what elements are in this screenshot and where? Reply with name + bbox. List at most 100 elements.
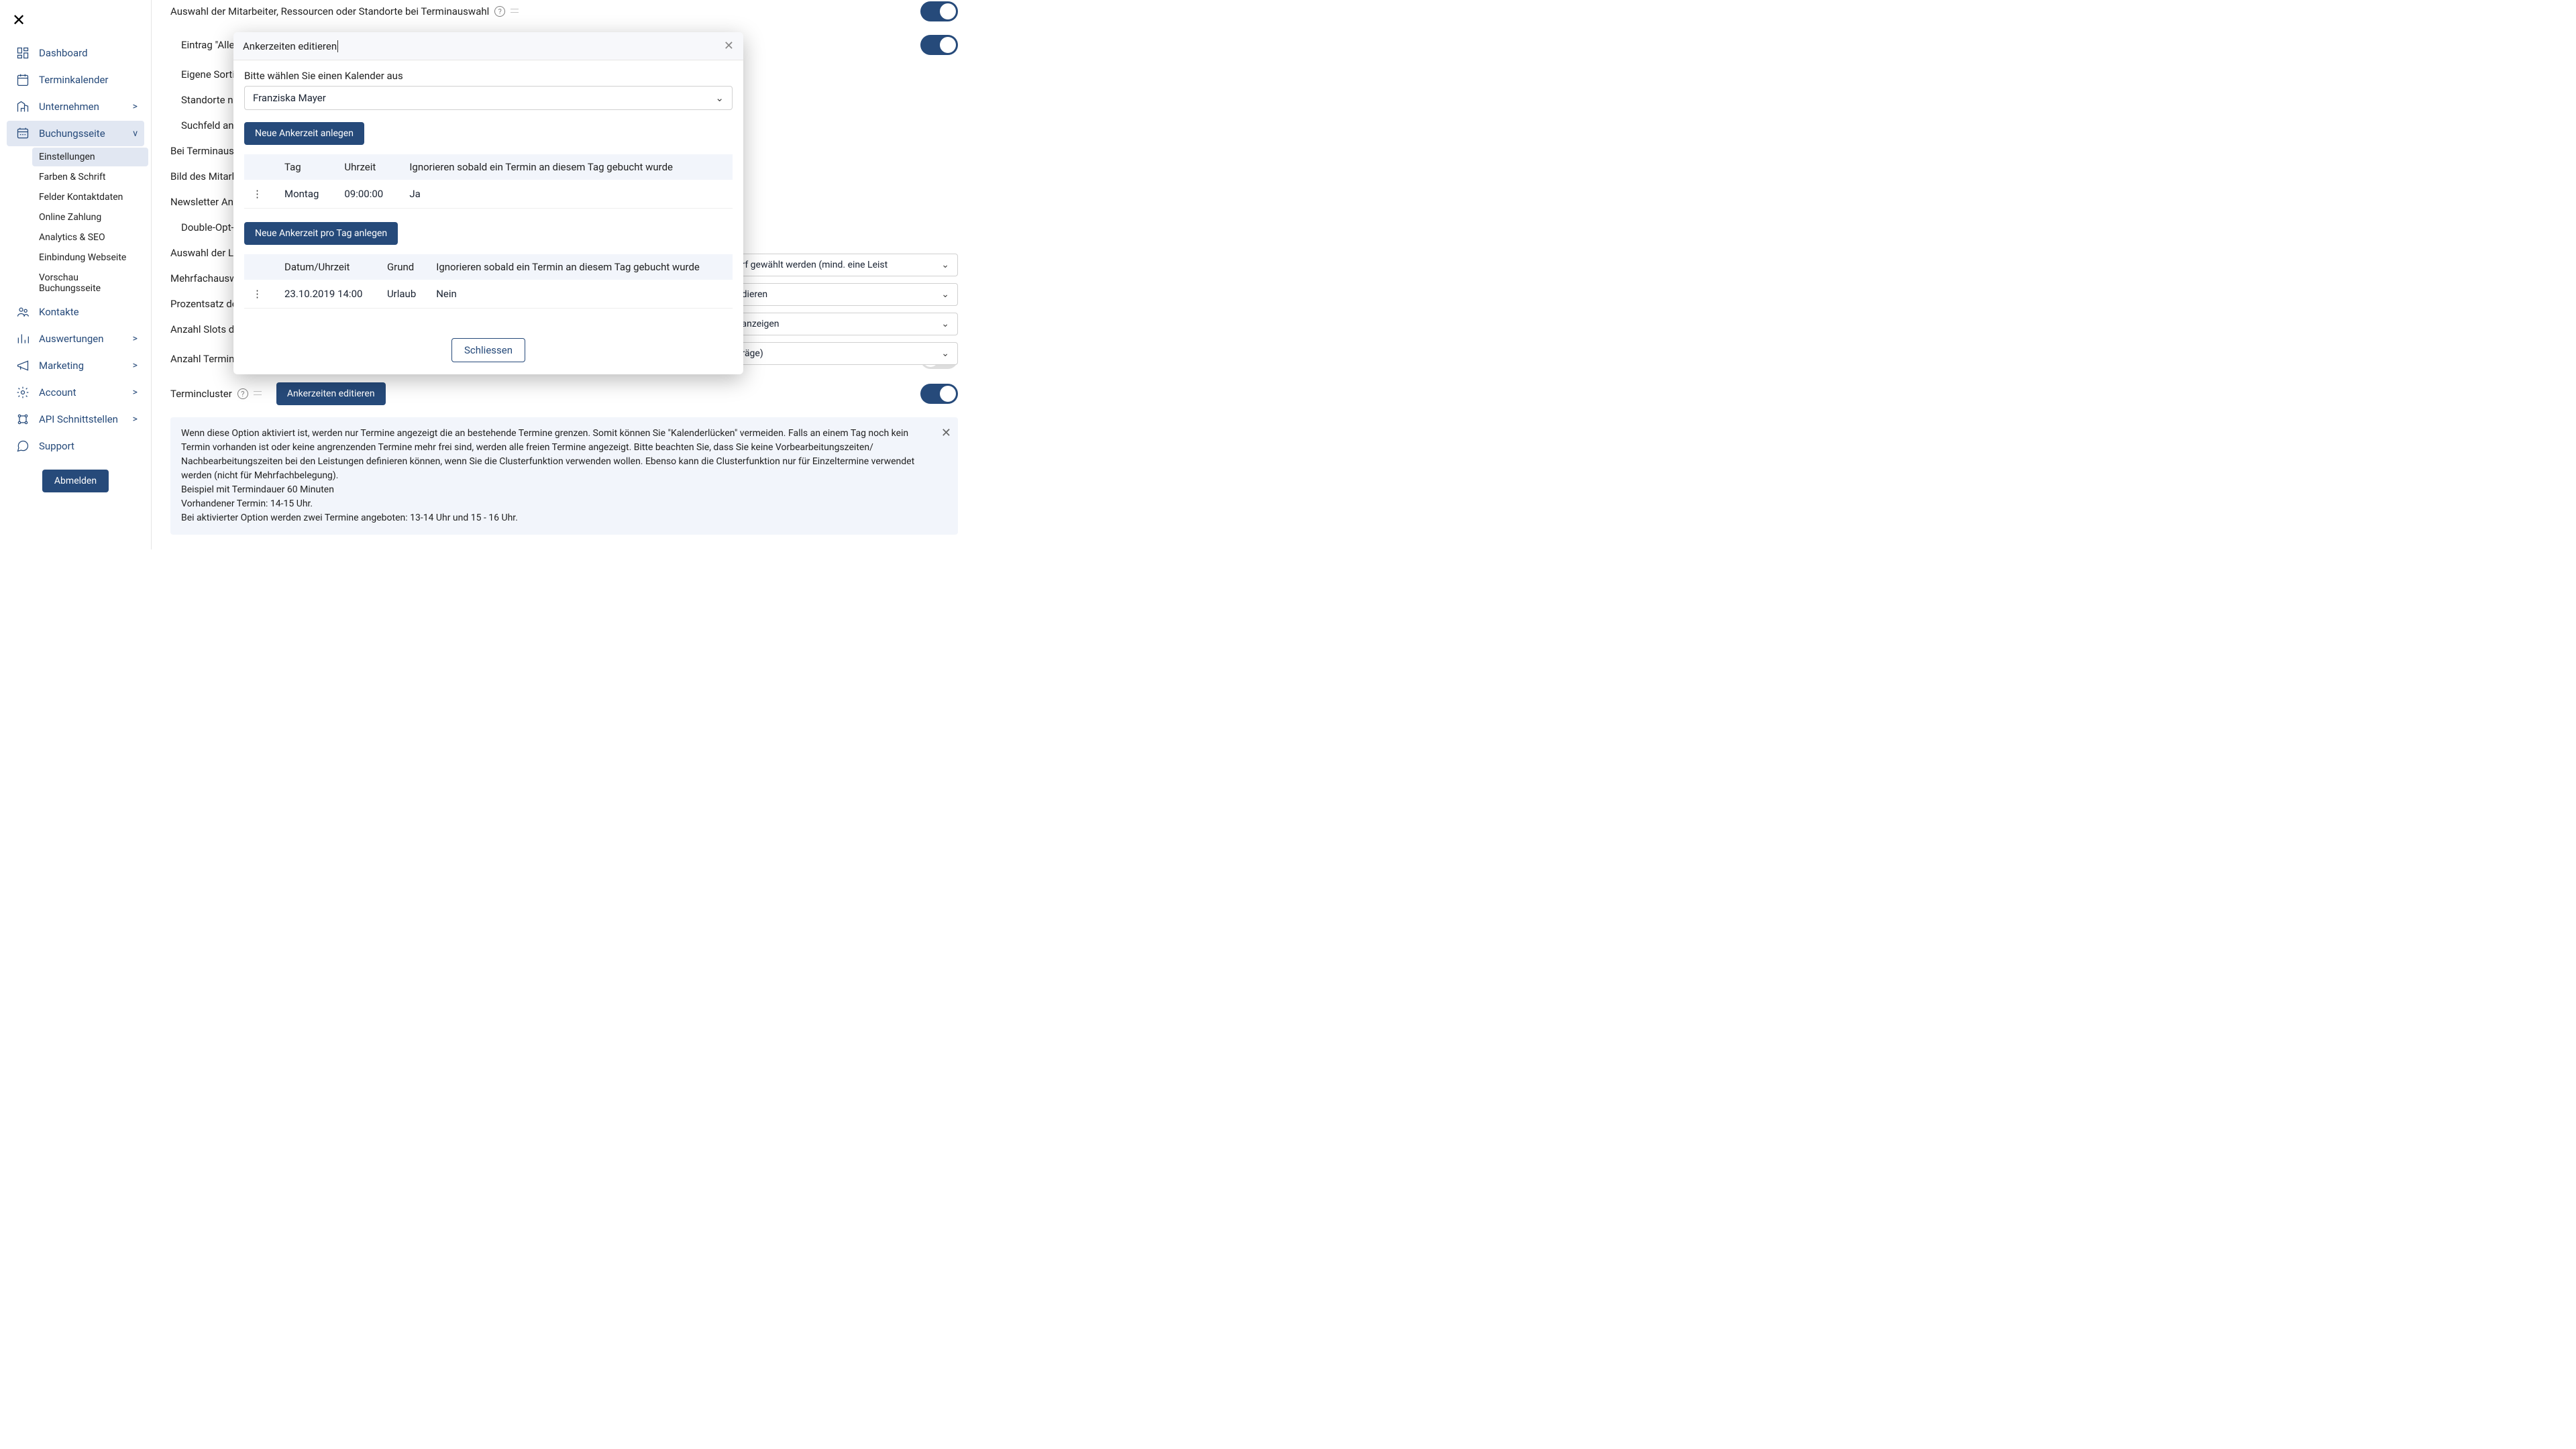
edit-anchor-times-button[interactable]: Ankerzeiten editieren — [276, 382, 386, 405]
info-text: Bei aktivierter Option werden zwei Termi… — [181, 511, 931, 525]
sub-farben[interactable]: Farben & Schrift — [32, 168, 148, 186]
sub-einstellungen[interactable]: Einstellungen — [32, 148, 148, 166]
booking-icon — [13, 126, 32, 141]
nav-account[interactable]: Account > — [7, 380, 144, 405]
sub-analytics[interactable]: Analytics & SEO — [32, 228, 148, 247]
contacts-icon — [13, 305, 32, 319]
th-day: Tag — [276, 154, 336, 180]
modal-body: Bitte wählen Sie einen Kalender aus Fran… — [233, 60, 743, 331]
modal-footer: Schliessen — [233, 331, 743, 374]
nav-label: Buchungsseite — [39, 127, 133, 140]
nav-label: Auswertungen — [39, 333, 133, 345]
nav-label: Terminkalender — [39, 74, 138, 86]
info-termincluster: ✕ Wenn diese Option aktiviert ist, werde… — [170, 417, 958, 535]
support-icon — [13, 439, 32, 453]
toggle[interactable] — [920, 35, 958, 55]
close-icon[interactable]: ✕ — [724, 39, 734, 53]
calendar-value: Franziska Mayer — [253, 92, 326, 104]
setting-label: Termincluster — [170, 388, 232, 400]
new-anchor-time-button[interactable]: Neue Ankerzeit anlegen — [244, 122, 364, 145]
sliders-icon[interactable] — [252, 388, 263, 399]
chevron-down-icon: ⌄ — [715, 92, 724, 104]
th-datetime: Datum/Uhrzeit — [276, 254, 379, 280]
cell-day: Montag — [276, 180, 336, 209]
marketing-icon — [13, 358, 32, 373]
nav: Dashboard Terminkalender Unternehmen > B… — [3, 40, 148, 492]
logout-button[interactable]: Abmelden — [42, 470, 109, 492]
nav-label: Dashboard — [39, 47, 138, 59]
toggle[interactable] — [920, 1, 958, 21]
nav-kontakte[interactable]: Kontakte — [7, 299, 144, 325]
nav-support[interactable]: Support — [7, 433, 144, 459]
chevron-down-icon: ⌄ — [941, 289, 949, 300]
th-time: Uhrzeit — [336, 154, 401, 180]
sub-einbindung[interactable]: Einbindung Webseite — [32, 248, 148, 267]
nav-dashboard[interactable]: Dashboard — [7, 40, 144, 66]
th-ignore: Ignorieren sobald ein Termin an diesem T… — [401, 154, 733, 180]
help-icon[interactable]: ? — [494, 6, 505, 17]
cell-ignore: Ja — [401, 180, 733, 209]
nav-label: Support — [39, 440, 138, 452]
anchor-times-modal: Ankerzeiten editieren ✕ Bitte wählen Sie… — [233, 32, 743, 374]
modal-title: Ankerzeiten editieren — [243, 40, 338, 52]
company-icon — [13, 99, 32, 114]
row-menu-icon[interactable]: ⋮ — [252, 188, 260, 200]
nav-label: Kontakte — [39, 306, 138, 318]
api-icon — [13, 412, 32, 427]
dashboard-icon — [13, 46, 32, 60]
nav-unternehmen[interactable]: Unternehmen > — [7, 94, 144, 119]
row-menu-icon[interactable]: ⋮ — [252, 288, 260, 300]
anchor-times-table: Tag Uhrzeit Ignorieren sobald ein Termin… — [244, 154, 733, 209]
info-text: Wenn diese Option aktiviert ist, werden … — [181, 427, 931, 483]
modal-prompt: Bitte wählen Sie einen Kalender aus — [244, 70, 733, 82]
nav-label: Marketing — [39, 360, 133, 372]
setting-label: Auswahl der Mitarbeiter, Ressourcen oder… — [170, 5, 489, 17]
new-anchor-time-per-day-button[interactable]: Neue Ankerzeit pro Tag anlegen — [244, 222, 398, 245]
close-button[interactable]: Schliessen — [451, 338, 525, 362]
chevron-down-icon: v — [133, 128, 138, 139]
nav-marketing[interactable]: Marketing > — [7, 353, 144, 378]
calendar-icon — [13, 72, 32, 87]
stats-icon — [13, 331, 32, 346]
nav-label: Unternehmen — [39, 101, 133, 113]
sub-nav: Einstellungen Farben & Schrift Felder Ko… — [32, 148, 148, 298]
th-reason: Grund — [379, 254, 428, 280]
sub-felder[interactable]: Felder Kontaktdaten — [32, 188, 148, 207]
chevron-right-icon: > — [133, 387, 138, 398]
nav-terminkalender[interactable]: Terminkalender — [7, 67, 144, 93]
info-text: Vorhandener Termin: 14-15 Uhr. — [181, 497, 931, 511]
chevron-down-icon: ⌄ — [941, 348, 949, 359]
cell-reason: Urlaub — [379, 280, 428, 309]
modal-header: Ankerzeiten editieren ✕ — [233, 32, 743, 60]
sliders-icon[interactable] — [509, 6, 520, 17]
chevron-right-icon: > — [133, 101, 138, 112]
nav-auswertungen[interactable]: Auswertungen > — [7, 326, 144, 352]
help-icon[interactable]: ? — [237, 388, 248, 399]
info-text: Beispiel mit Termindauer 60 Minuten — [181, 483, 931, 497]
chevron-right-icon: > — [133, 414, 138, 425]
sub-vorschau[interactable]: Vorschau Buchungsseite — [32, 268, 148, 298]
gear-icon — [13, 385, 32, 400]
chevron-down-icon: ⌄ — [941, 260, 949, 270]
chevron-down-icon: ⌄ — [941, 319, 949, 329]
nav-buchungsseite[interactable]: Buchungsseite v — [7, 121, 144, 146]
th-ignore: Ignorieren sobald ein Termin an diesem T… — [428, 254, 733, 280]
close-icon[interactable]: ✕ — [941, 424, 951, 442]
cell-datetime: 23.10.2019 14:00 — [276, 280, 379, 309]
chevron-right-icon: > — [133, 333, 138, 344]
anchor-times-per-day-table: Datum/Uhrzeit Grund Ignorieren sobald ei… — [244, 254, 733, 309]
sub-zahlung[interactable]: Online Zahlung — [32, 208, 148, 227]
toggle[interactable] — [920, 384, 958, 404]
chevron-right-icon: > — [133, 360, 138, 371]
close-icon[interactable]: ✕ — [3, 5, 148, 35]
table-row: ⋮ 23.10.2019 14:00 Urlaub Nein — [244, 280, 733, 309]
sidebar: ✕ Dashboard Terminkalender Unternehmen >… — [0, 0, 152, 549]
nav-api[interactable]: API Schnittstellen > — [7, 407, 144, 432]
setting-row: Auswahl der Mitarbeiter, Ressourcen oder… — [170, 0, 958, 28]
calendar-select[interactable]: Franziska Mayer ⌄ — [244, 86, 733, 110]
table-row: ⋮ Montag 09:00:00 Ja — [244, 180, 733, 209]
setting-termincluster: Termincluster ? Ankerzeiten editieren — [170, 376, 958, 412]
cell-time: 09:00:00 — [336, 180, 401, 209]
nav-label: API Schnittstellen — [39, 413, 133, 425]
cell-ignore: Nein — [428, 280, 733, 309]
